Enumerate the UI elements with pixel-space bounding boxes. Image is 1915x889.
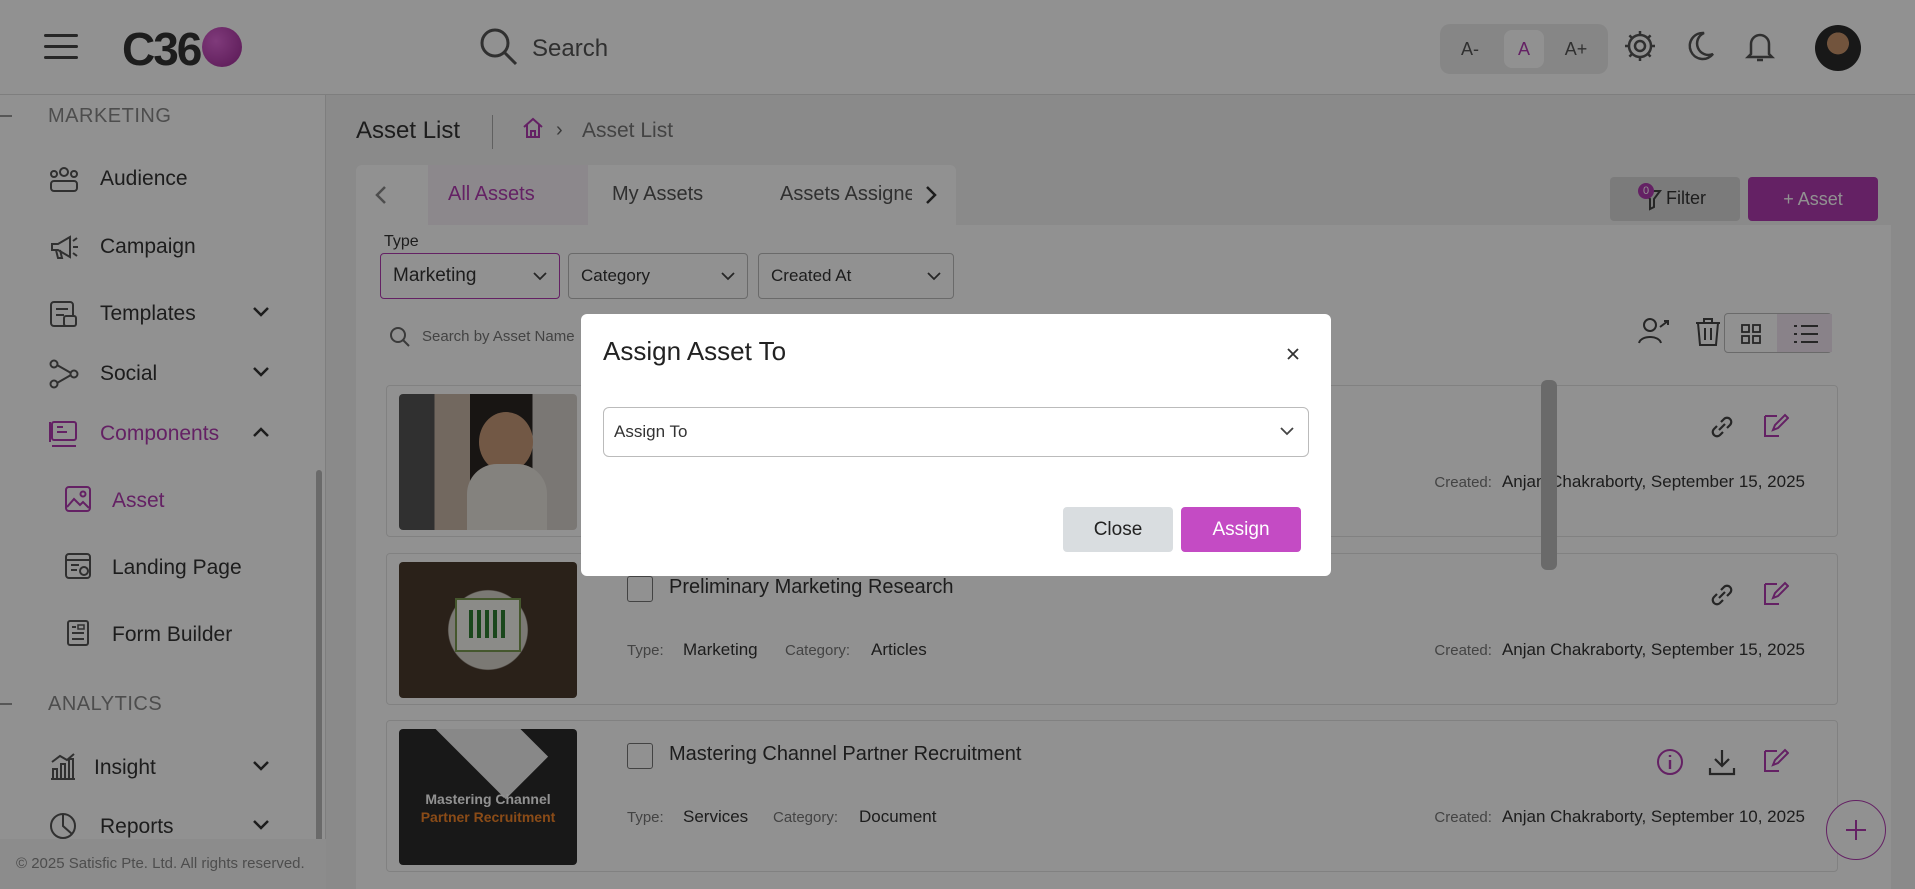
assign-to-placeholder: Assign To — [614, 422, 688, 441]
close-icon[interactable] — [1281, 342, 1305, 366]
dialog-title: Assign Asset To — [603, 336, 787, 366]
assign-to-select[interactable]: Assign To — [603, 407, 1309, 457]
assign-button[interactable]: Assign — [1181, 507, 1301, 552]
assign-asset-dialog: Assign Asset To Assign To Close Assign — [581, 314, 1331, 576]
chevron-down-icon — [1280, 427, 1294, 436]
close-button[interactable]: Close — [1063, 507, 1173, 552]
